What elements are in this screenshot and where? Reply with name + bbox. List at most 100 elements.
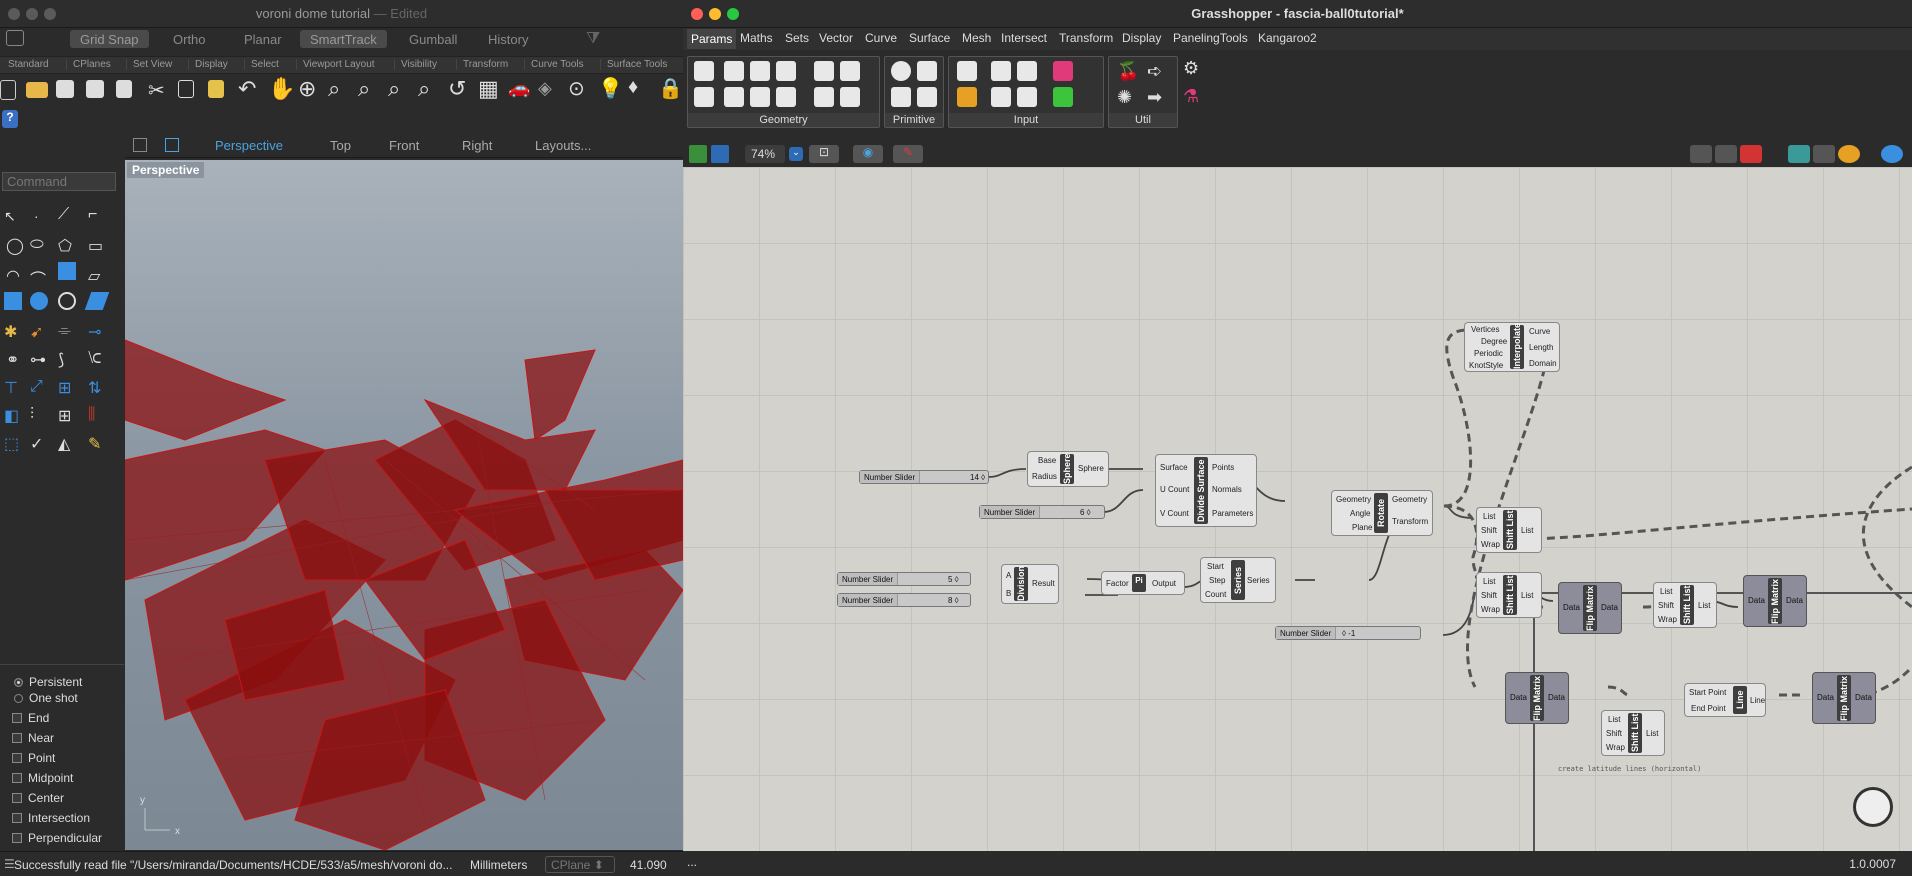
series-component[interactable]: Start Step Count Series Series — [1200, 557, 1276, 603]
pin-start[interactable]: Start — [1207, 562, 1224, 571]
help-icon[interactable]: ? — [2, 110, 18, 128]
zoom-dropdown[interactable]: ⌄ — [789, 147, 803, 161]
preview-mesh-icon[interactable] — [1813, 145, 1835, 163]
integer-param-icon[interactable] — [891, 87, 911, 107]
geometry-param-icon[interactable] — [694, 61, 714, 81]
box-icon[interactable] — [4, 292, 22, 310]
pin-angle[interactable]: Angle — [1350, 509, 1370, 518]
relay-icon[interactable]: ➪ — [1147, 61, 1162, 82]
pin-parameters[interactable]: Parameters — [1212, 509, 1253, 518]
mode-history[interactable]: History — [478, 30, 538, 48]
analyze-icon[interactable]: ⫼ — [88, 406, 95, 424]
open-doc-icon[interactable] — [689, 145, 707, 163]
render-icon[interactable]: ◈ — [538, 78, 552, 99]
tab-standard[interactable]: Standard — [2, 59, 49, 70]
preview-off-icon[interactable] — [1690, 145, 1712, 163]
explode-icon[interactable]: ✱ — [4, 322, 17, 342]
tab-surface[interactable]: Surface — [909, 31, 950, 45]
tab-perspective[interactable]: Perspective — [215, 138, 283, 153]
pin-degree[interactable]: Degree — [1481, 337, 1507, 346]
tab-surface-tools[interactable]: Surface Tools — [600, 59, 667, 70]
point-param-icon[interactable] — [694, 87, 714, 107]
tab-panelingtools[interactable]: PanelingTools — [1173, 31, 1248, 45]
plane-param-icon[interactable] — [776, 87, 796, 107]
extrude-icon[interactable] — [84, 292, 110, 310]
undo-icon[interactable]: ↶ — [238, 76, 256, 102]
pin-result[interactable]: Result — [1032, 579, 1055, 588]
pin-shift[interactable]: Shift — [1606, 729, 1622, 738]
perspective-viewport[interactable]: Perspective x y — [124, 160, 683, 851]
mesh-param-icon[interactable] — [840, 61, 860, 81]
circle-param-icon[interactable] — [724, 61, 744, 81]
pin-data[interactable]: Data — [1563, 603, 1580, 612]
grid-array-icon[interactable]: ⊞ — [58, 406, 71, 426]
pi-component[interactable]: Factor Pi Output — [1101, 571, 1185, 595]
rotate-view-icon[interactable]: ⊕ — [298, 76, 316, 102]
filter-icon[interactable]: ⧩ — [586, 30, 600, 48]
units-label[interactable]: Millimeters — [470, 858, 527, 872]
tab-layouts[interactable]: Layouts... — [535, 138, 591, 153]
pin-step[interactable]: Step — [1209, 576, 1225, 585]
number-slider-b[interactable]: Number Slider 8 ◊ — [837, 593, 971, 607]
fillet-icon[interactable]: ⌒ — [30, 266, 46, 290]
pin-length[interactable]: Length — [1529, 343, 1553, 352]
slider-icon[interactable] — [1017, 61, 1037, 81]
print-icon[interactable] — [86, 80, 104, 98]
mode-grid-snap[interactable]: Grid Snap — [70, 30, 149, 48]
trim-icon[interactable]: ⌯ — [58, 322, 71, 340]
polygon-icon[interactable]: ⬠ — [58, 236, 72, 256]
grid-view-icon[interactable] — [133, 138, 147, 152]
pin-list[interactable]: List — [1660, 587, 1672, 596]
pin-list-out[interactable]: List — [1698, 601, 1710, 610]
shift-list-component[interactable]: List Shift Wrap Shift List List — [1601, 710, 1665, 756]
pin-list-out[interactable]: List — [1646, 729, 1658, 738]
surface-param-icon[interactable] — [776, 61, 796, 81]
pin-data-out[interactable]: Data — [1601, 603, 1618, 612]
brep-param-icon[interactable] — [814, 61, 834, 81]
save-doc-icon[interactable] — [711, 145, 729, 163]
flip-matrix-component[interactable]: Data Flip Matrix Data — [1505, 672, 1569, 724]
tab-viewport-layout[interactable]: Viewport Layout — [296, 59, 375, 70]
shift-list-component[interactable]: List Shift Wrap Shift List List — [1476, 507, 1542, 553]
ellipse-icon[interactable]: ⬭ — [30, 236, 44, 254]
single-view-icon[interactable] — [165, 138, 179, 152]
move-icon[interactable]: ⊤ — [4, 378, 18, 398]
box-param-icon[interactable] — [814, 87, 834, 107]
command-input[interactable]: Command — [2, 172, 116, 191]
tab-cplanes[interactable]: CPlanes — [66, 59, 111, 70]
button-icon[interactable] — [957, 87, 977, 107]
zoom-selected-icon[interactable]: ⌕ — [418, 76, 430, 102]
toggle-icon[interactable] — [991, 87, 1011, 107]
zoom-window-icon[interactable]: ⌕ — [358, 76, 370, 102]
boolean-icon[interactable]: ➹ — [30, 322, 43, 342]
pin-data-out[interactable]: Data — [1855, 693, 1872, 702]
pin-points[interactable]: Points — [1212, 463, 1234, 472]
divide-surface-component[interactable]: Surface U Count V Count Divide Surface P… — [1155, 454, 1257, 527]
array-icon[interactable]: ⫶ — [30, 406, 34, 424]
sidebar-toggle-icon[interactable] — [6, 30, 24, 46]
tab-curve-tools[interactable]: Curve Tools — [524, 59, 584, 70]
pin-wrap[interactable]: Wrap — [1606, 743, 1625, 752]
import-icon[interactable] — [116, 80, 132, 98]
preview-shaded-icon[interactable] — [1740, 145, 1762, 163]
cherry-icon[interactable]: 🍒 — [1117, 61, 1139, 82]
cut-icon[interactable]: ✂ — [148, 78, 165, 103]
flip-matrix-component[interactable]: Data Flip Matrix Data — [1743, 575, 1807, 627]
pin-wrap[interactable]: Wrap — [1481, 540, 1500, 549]
pin-transform[interactable]: Transform — [1392, 517, 1428, 526]
file-path-icon[interactable] — [991, 61, 1011, 81]
blend-icon[interactable]: ⟈ — [88, 350, 102, 368]
select-arrow-icon[interactable]: ↖ — [4, 208, 16, 225]
join-icon[interactable]: ⚭ — [6, 350, 19, 370]
bulb-icon[interactable]: 💡 — [598, 76, 623, 101]
number-slider-radius[interactable]: Number Slider 14 ◊ — [859, 470, 989, 484]
copy-icon[interactable] — [178, 80, 194, 98]
copy-tool-icon[interactable]: ⤢ — [30, 378, 43, 396]
orient-icon[interactable]: ◧ — [4, 406, 19, 426]
matrix-icon[interactable] — [1053, 87, 1073, 107]
circle-icon[interactable]: ◯ — [6, 236, 24, 256]
arc-icon[interactable]: ◠ — [6, 266, 20, 286]
tab-params[interactable]: Params — [687, 29, 737, 49]
tab-visibility[interactable]: Visibility — [394, 59, 437, 70]
number-slider-a[interactable]: Number Slider 5 ◊ — [837, 572, 971, 586]
